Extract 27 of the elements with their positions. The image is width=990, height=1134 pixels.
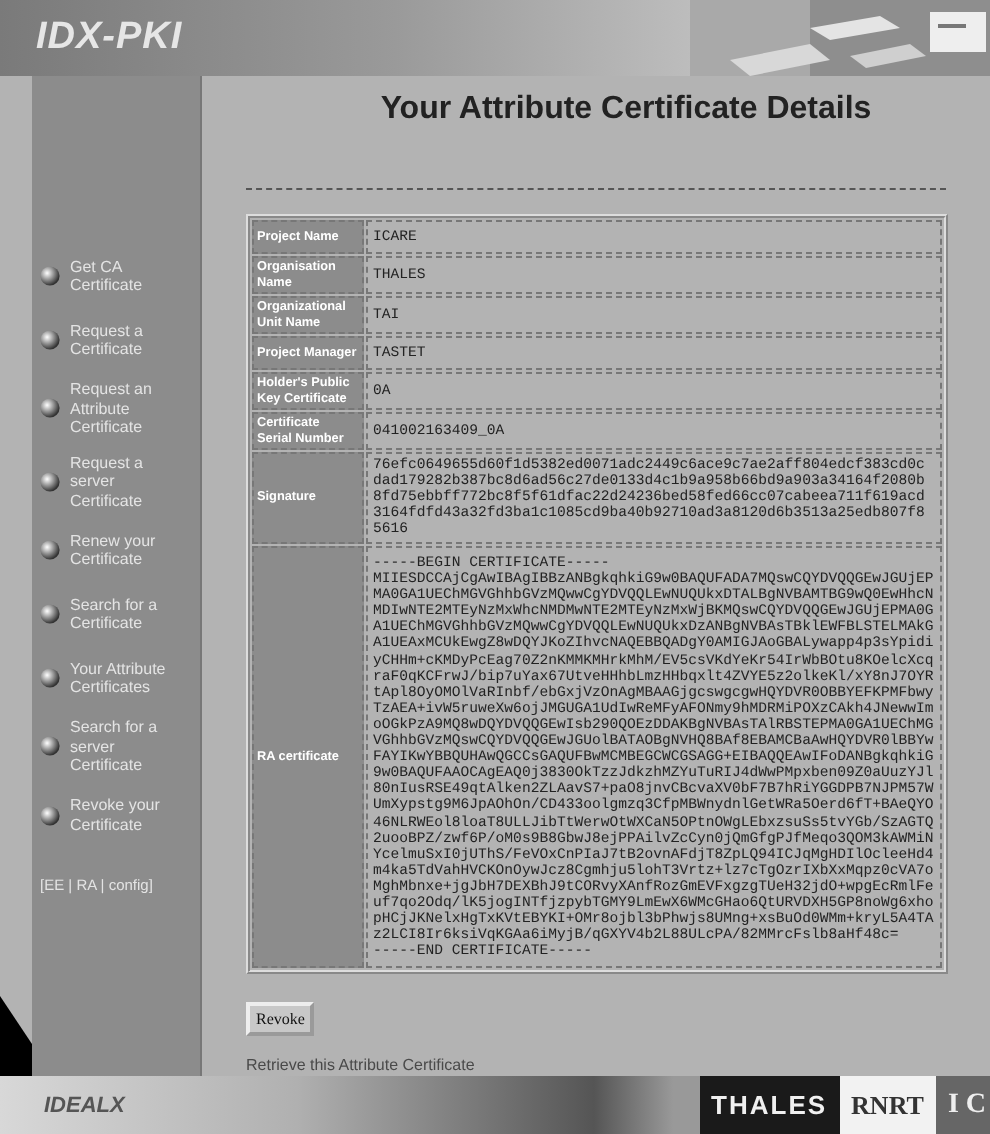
nav-link[interactable]: Renew your Certificate <box>40 526 200 574</box>
nav-link[interactable]: Request a server Certificate <box>40 453 200 510</box>
retrieve-link[interactable]: Retrieve this Attribute Certificate <box>246 1056 475 1075</box>
nav-link[interactable]: Your Attribute Certificates <box>40 654 200 702</box>
page-title: Your Attribute Certificate Details <box>378 92 872 128</box>
nav-link[interactable]: Request an Attribute Certificate <box>40 380 200 437</box>
nav-link[interactable]: Get CA Certificate <box>40 252 200 300</box>
revoke-button[interactable]: Revoke <box>246 1002 315 1037</box>
sphere-bullet-icon <box>40 540 60 560</box>
partner-logo: IDEALX <box>42 1091 128 1121</box>
sphere-bullet-icon <box>40 805 60 825</box>
sphere-bullet-icon <box>40 330 60 350</box>
nav-link[interactable]: Revoke your Certificate <box>40 791 200 839</box>
corner-triangle <box>0 996 32 1076</box>
nav-link[interactable]: Search for a server Certificate <box>40 718 200 775</box>
sphere-bullet-icon <box>40 736 60 757</box>
sphere-bullet-icon <box>40 266 60 286</box>
sphere-bullet-icon <box>40 668 60 688</box>
sphere-bullet-icon <box>40 604 60 624</box>
partner-logo: THALES <box>699 1076 840 1134</box>
nav-link[interactable]: Request a Certificate <box>40 316 200 364</box>
partner-logo: RNRT <box>839 1076 936 1134</box>
site-logo: IDX-PKI <box>36 16 183 60</box>
partner-logo: I C <box>935 1076 990 1134</box>
sphere-bullet-icon <box>40 398 60 419</box>
sphere-bullet-icon <box>40 471 60 492</box>
nav-link[interactable]: Search for a Certificate <box>40 590 200 638</box>
